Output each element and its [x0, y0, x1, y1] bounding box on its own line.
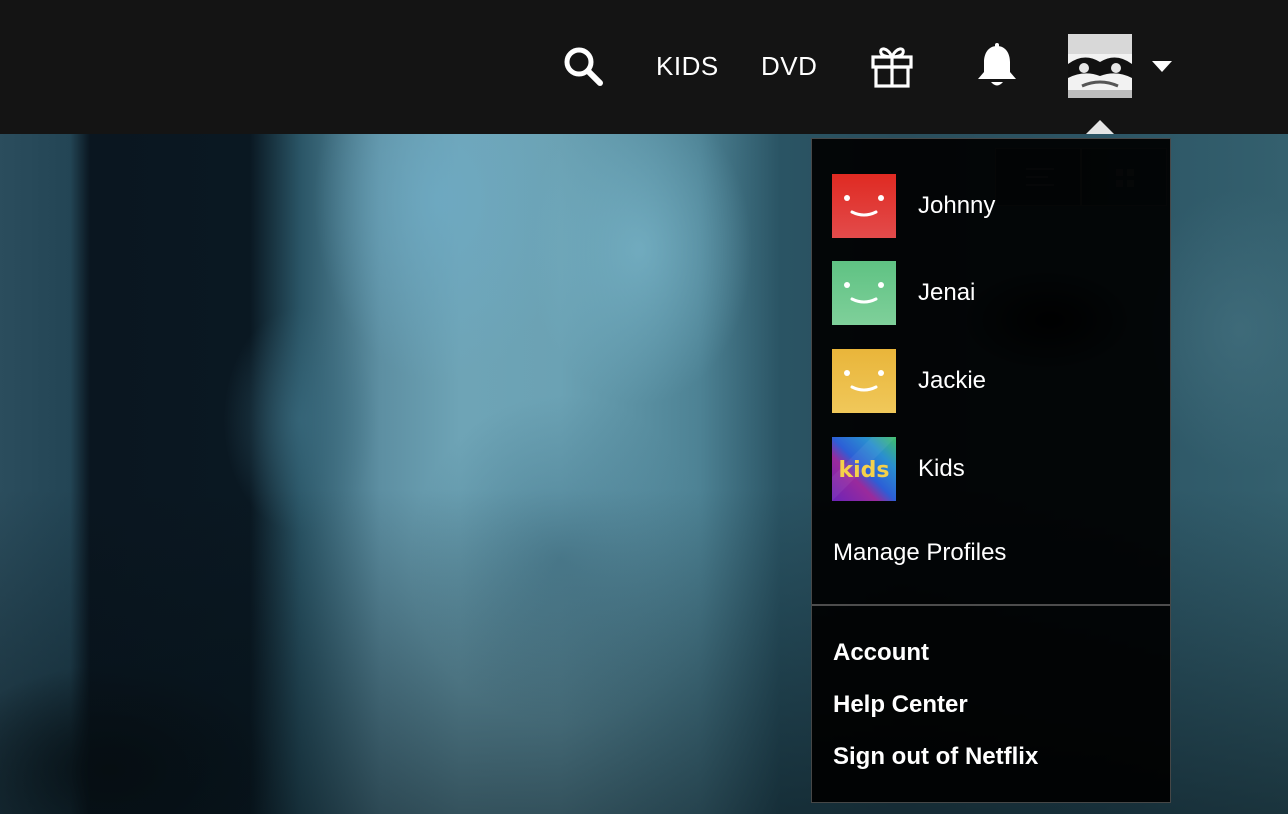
kids-logo-text: kids	[838, 458, 889, 483]
kids-logo-icon: kids	[832, 437, 896, 501]
help-center-link[interactable]: Help Center	[833, 689, 968, 721]
profile-avatar-image	[1068, 34, 1132, 98]
nav-dvd-link[interactable]: DVD	[761, 50, 817, 82]
profile-avatar-kids: kids	[832, 437, 896, 501]
sign-out-link[interactable]: Sign out of Netflix	[833, 741, 1038, 773]
profile-name: Johnny	[918, 192, 996, 219]
profile-item-jenai[interactable]: Jenai	[832, 261, 1152, 325]
gift-icon[interactable]	[870, 43, 914, 89]
smiley-icon	[832, 349, 896, 413]
nav-kids-link[interactable]: KIDS	[656, 50, 719, 82]
manage-profiles-link[interactable]: Manage Profiles	[833, 537, 1006, 569]
profile-avatar-jenai	[832, 261, 896, 325]
account-link[interactable]: Account	[833, 637, 929, 669]
smiley-icon	[832, 261, 896, 325]
search-icon[interactable]	[562, 45, 604, 87]
smiley-icon	[832, 174, 896, 238]
profile-avatar-johnny	[832, 174, 896, 238]
profile-name: Jackie	[918, 367, 987, 394]
profile-item-johnny[interactable]: Johnny	[832, 174, 1152, 238]
current-profile-avatar[interactable]	[1068, 34, 1132, 98]
profile-avatar-jackie	[832, 349, 896, 413]
top-nav-header: KIDS DVD	[0, 0, 1288, 134]
netflix-browse-page: KIDS DVD Johnny Jenai Jackie kids Kids M…	[0, 0, 1288, 814]
menu-pointer-arrow	[1086, 120, 1114, 134]
profile-name: Kids	[918, 455, 965, 482]
bell-icon[interactable]	[975, 43, 1019, 89]
profile-item-kids[interactable]: kids Kids	[832, 437, 1152, 501]
account-dropdown-menu: Johnny Jenai Jackie kids Kids Manage Pro…	[811, 138, 1171, 803]
profile-name: Jenai	[918, 279, 976, 306]
menu-divider	[812, 604, 1170, 606]
caret-down-icon[interactable]	[1151, 59, 1173, 73]
profile-item-jackie[interactable]: Jackie	[832, 349, 1152, 413]
